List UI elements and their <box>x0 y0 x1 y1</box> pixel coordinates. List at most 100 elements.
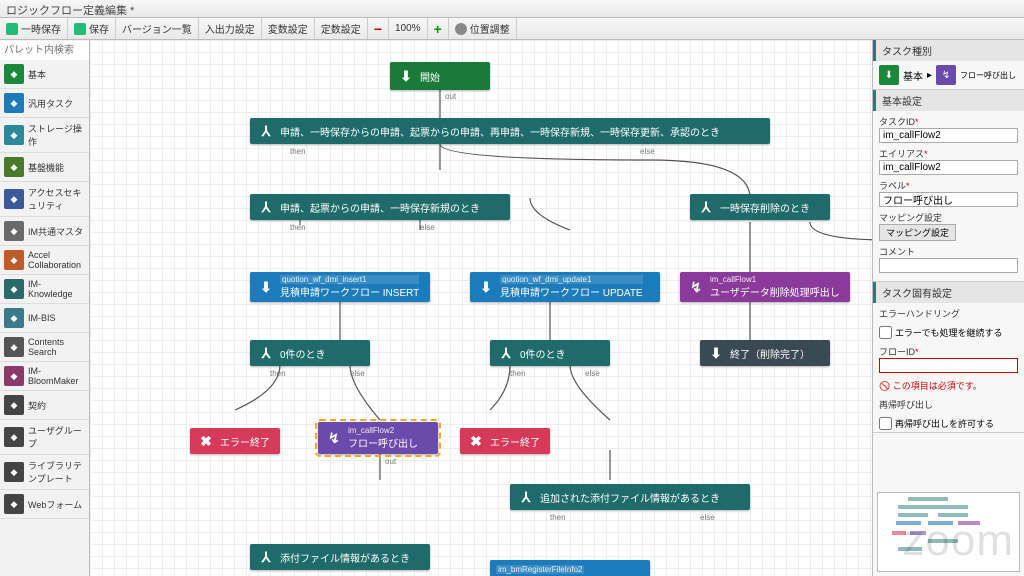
palette-icon: ◆ <box>4 308 24 328</box>
download-icon: ⬇ <box>476 277 496 297</box>
palette-icon: ◆ <box>4 250 24 270</box>
node-end-delete[interactable]: ⬇終了（削除完了） <box>700 340 830 366</box>
property-panel: アクション処理の修正 タスク種別 ⬇ 基本 ▸ ↯ フロー呼び出し 基本設定 タ… <box>872 40 1024 576</box>
node-branch-apply[interactable]: ⅄申請、起票からの申請、一時保存新規のとき <box>250 194 510 220</box>
io-settings-button[interactable]: 入出力設定 <box>199 18 262 39</box>
node-branch-main[interactable]: ⅄申請、一時保存からの申請、起票からの申請、再申請、一時保存新規、一時保存更新、… <box>250 118 770 144</box>
palette-icon: ◆ <box>4 279 24 299</box>
save-button[interactable]: 保存 <box>68 18 116 39</box>
palette-item[interactable]: ◆Contents Search <box>0 333 89 362</box>
palette-icon: ◆ <box>4 221 24 241</box>
palette-item[interactable]: ◆アクセスセキュリティ <box>0 182 89 217</box>
palette-icon: ◆ <box>4 395 24 415</box>
var-settings-button[interactable]: 変数設定 <box>262 18 315 39</box>
banner: アクション処理の修正 <box>872 40 873 64</box>
palette-label: 基本 <box>28 68 46 81</box>
alias-input[interactable] <box>879 160 1018 175</box>
palette-icon: ◆ <box>4 189 24 209</box>
flowid-error: 🚫 この項目は必須です。 <box>873 377 1024 394</box>
node-task-register[interactable]: im_bmRegisterFileInfo2 <box>490 560 650 576</box>
node-start[interactable]: ⬇開始 <box>390 62 490 90</box>
flowid-input[interactable] <box>879 358 1018 373</box>
watermark: zoom <box>902 516 1014 566</box>
save-icon <box>74 23 86 35</box>
plus-icon: + <box>434 21 442 37</box>
window-title: ロジックフロー定義編集 * <box>0 0 1024 18</box>
comment-input[interactable] <box>879 258 1018 273</box>
port-then: then <box>550 513 566 522</box>
toolbar: 一時保存 保存 バージョン一覧 入出力設定 変数設定 定数設定 − 100% +… <box>0 18 1024 40</box>
node-branch-zero1[interactable]: ⅄0件のとき <box>250 340 370 366</box>
palette-label: IM-BIS <box>28 313 56 323</box>
branch-icon: ⅄ <box>256 121 276 141</box>
task-type-flow: フロー呼び出し <box>960 70 1016 81</box>
port-else: else <box>640 147 655 156</box>
node-task-insert[interactable]: ⬇quotion_wf_dmi_insert1見積申請ワークフロー INSERT <box>250 272 430 302</box>
palette-item[interactable]: ◆ライブラリテンプレート <box>0 455 89 490</box>
palette-item[interactable]: ◆IM-BloomMaker <box>0 362 89 391</box>
port-then: then <box>290 147 306 156</box>
basic-settings-head: 基本設定 <box>873 90 1024 111</box>
palette-label: Accel Collaboration <box>28 250 85 270</box>
palette-label: IM-BloomMaker <box>28 366 85 386</box>
const-settings-button[interactable]: 定数設定 <box>315 18 368 39</box>
flow-type-icon: ↯ <box>936 65 956 85</box>
basic-type-icon: ⬇ <box>879 65 899 85</box>
port-else: else <box>350 369 365 378</box>
recursive-checkbox[interactable]: 再帰呼び出しを許可する <box>873 415 1024 432</box>
palette-icon: ◆ <box>4 494 24 514</box>
pos-adjust-button[interactable]: 位置調整 <box>449 18 517 39</box>
palette-item[interactable]: ◆基盤機能 <box>0 153 89 182</box>
flow-canvas[interactable]: ⬇開始 out ⅄申請、一時保存からの申請、起票からの申請、再申請、一時保存新規… <box>90 40 872 576</box>
node-branch-attach2[interactable]: ⅄添付ファイル情報があるとき <box>250 544 430 570</box>
gear-icon <box>455 23 467 35</box>
palette-item[interactable]: ◆Accel Collaboration <box>0 246 89 275</box>
palette-pane: ◆基本◆汎用タスク◆ストレージ操作◆基盤機能◆アクセスセキュリティ◆IM共通マス… <box>0 40 90 576</box>
palette-icon: ◆ <box>4 64 24 84</box>
node-error1[interactable]: ✖エラー終了 <box>190 428 280 454</box>
branch-icon: ⅄ <box>496 343 516 363</box>
palette-item[interactable]: ◆IM-Knowledge <box>0 275 89 304</box>
palette-item[interactable]: ◆ストレージ操作 <box>0 118 89 153</box>
palette-label: IM-Knowledge <box>28 279 85 299</box>
branch-icon: ⅄ <box>516 487 536 507</box>
palette-item[interactable]: ◆汎用タスク <box>0 89 89 118</box>
palette-item[interactable]: ◆Webフォーム <box>0 490 89 519</box>
palette-search-input[interactable] <box>0 41 89 60</box>
palette-item[interactable]: ◆ IM-BIS <box>0 304 89 333</box>
palette-label: 契約 <box>28 399 46 412</box>
palette-label: ストレージ操作 <box>28 122 85 148</box>
palette-icon: ◆ <box>4 462 24 482</box>
node-task-userdel[interactable]: ↯im_callFlow1ユーザデータ削除処理呼出し <box>680 272 850 302</box>
version-list-button[interactable]: バージョン一覧 <box>116 18 199 39</box>
download-icon: ⬇ <box>256 277 276 297</box>
task-id-input[interactable] <box>879 128 1018 143</box>
node-task-update[interactable]: ⬇quotion_wf_dmi_update1見積申請ワークフロー UPDATE <box>470 272 660 302</box>
label-input[interactable] <box>879 192 1018 207</box>
port-else: else <box>585 369 600 378</box>
palette-item[interactable]: ◆ 基本 <box>0 60 89 89</box>
node-callflow-selected[interactable]: ↯im_callFlow2フロー呼び出し <box>318 422 438 454</box>
port-out: out <box>445 92 456 101</box>
node-branch-zero2[interactable]: ⅄0件のとき <box>490 340 610 366</box>
zoom-in-button[interactable]: + <box>428 18 449 39</box>
minus-icon: − <box>374 21 382 37</box>
port-out: out <box>385 457 396 466</box>
end-icon: ⬇ <box>706 343 726 363</box>
zoom-out-button[interactable]: − <box>368 18 389 39</box>
task-type-head: タスク種別 <box>873 40 1024 61</box>
node-branch-attach[interactable]: ⅄追加された添付ファイル情報があるとき <box>510 484 750 510</box>
temp-save-button[interactable]: 一時保存 <box>0 18 68 39</box>
palette-item[interactable]: ◆ユーザグループ <box>0 420 89 455</box>
errhandle-checkbox[interactable]: エラーでも処理を継続する <box>873 324 1024 341</box>
error-icon: ✖ <box>466 431 486 451</box>
mapping-button[interactable]: マッピング設定 <box>879 224 956 241</box>
node-branch-tempdel[interactable]: ⅄一時保存削除のとき <box>690 194 830 220</box>
palette-item[interactable]: ◆ 契約 <box>0 391 89 420</box>
palette-icon: ◆ <box>4 125 24 145</box>
branch-icon: ⅄ <box>256 343 276 363</box>
node-error2[interactable]: ✖エラー終了 <box>460 428 550 454</box>
palette-item[interactable]: ◆IM共通マスタ <box>0 217 89 246</box>
zoom-level: 100% <box>389 18 428 39</box>
call-icon: ↯ <box>686 277 706 297</box>
